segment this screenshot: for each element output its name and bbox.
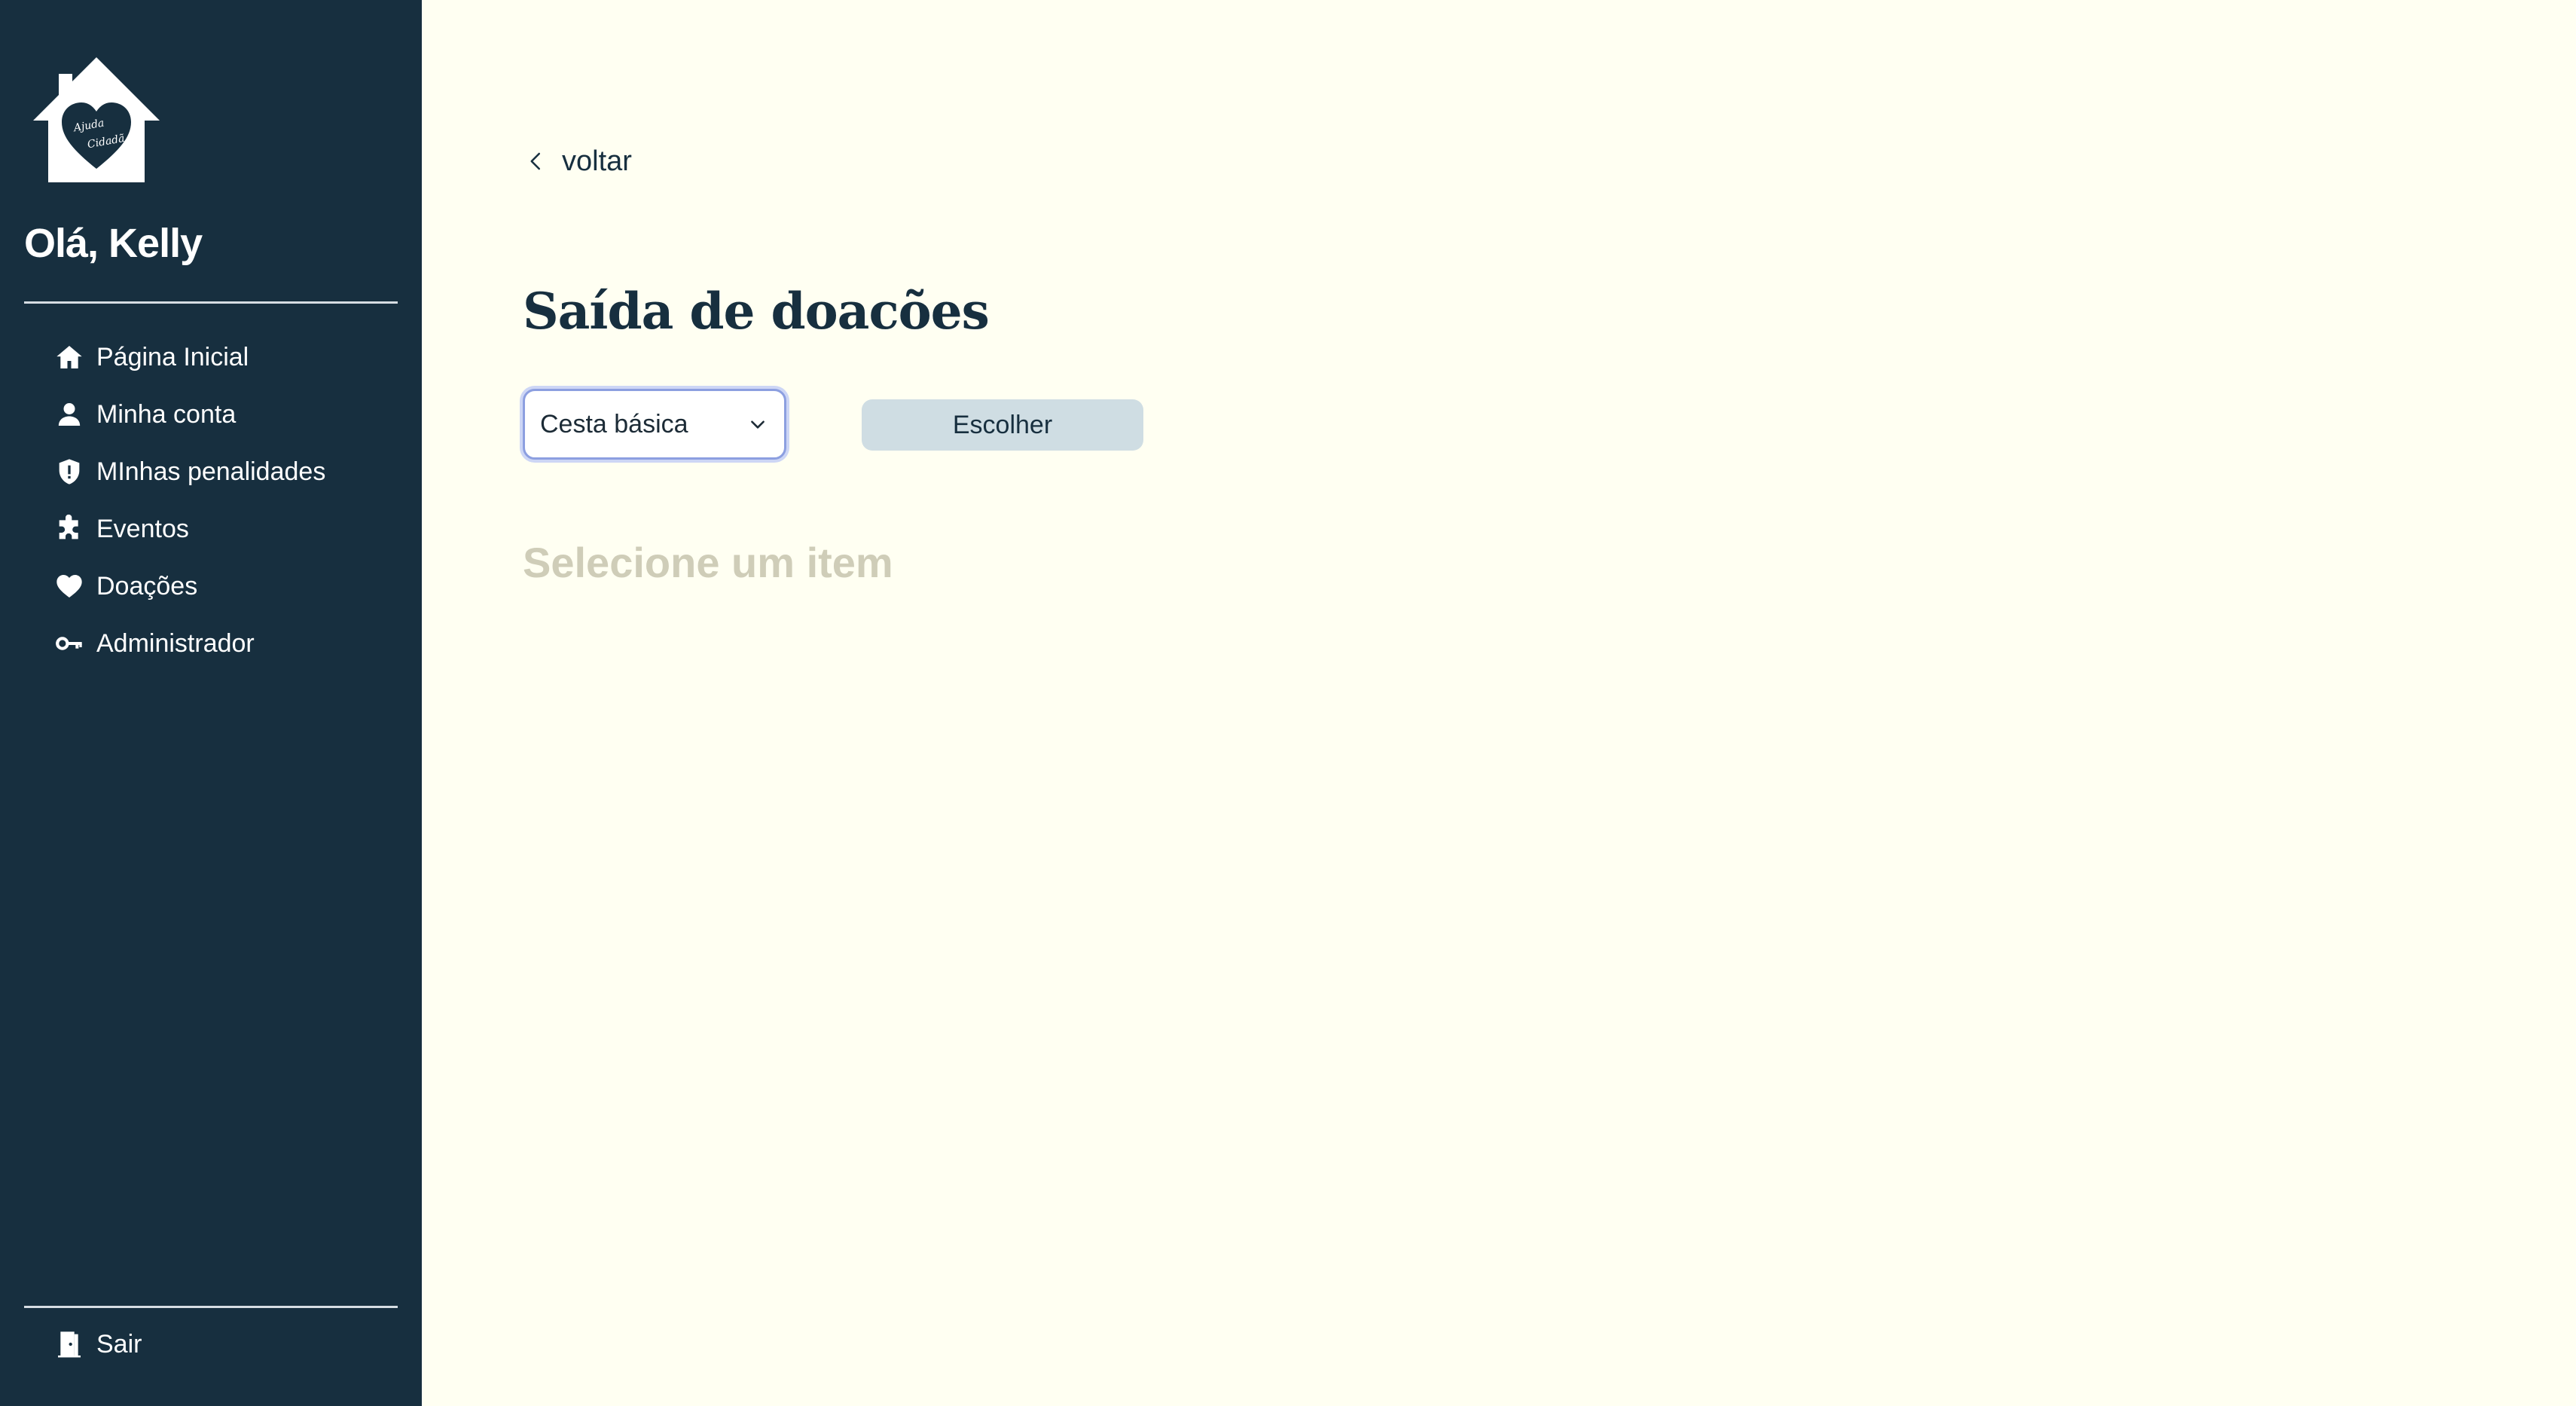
empty-state-message: Selecione um item bbox=[523, 539, 893, 586]
sidebar-item-label: Doações bbox=[96, 571, 198, 601]
sidebar-item-label: Página Inicial bbox=[96, 342, 249, 371]
shield-alert-icon bbox=[53, 455, 86, 488]
greeting: Olá, Kelly bbox=[24, 221, 203, 266]
chevron-left-icon bbox=[521, 146, 551, 176]
sidebar-divider-bottom bbox=[24, 1306, 398, 1308]
puzzle-icon bbox=[53, 512, 86, 546]
item-type-select[interactable]: Cesta básica bbox=[523, 389, 786, 460]
sidebar-item-events[interactable]: Eventos bbox=[0, 500, 422, 558]
logout-label: Sair bbox=[96, 1329, 142, 1359]
sidebar-item-admin[interactable]: Administrador bbox=[0, 615, 422, 672]
door-exit-icon bbox=[53, 1328, 86, 1361]
choose-button[interactable]: Escolher bbox=[862, 399, 1143, 451]
app-logo[interactable]: Ajuda Cidadã bbox=[32, 56, 161, 184]
item-type-select-value: Cesta básica bbox=[540, 409, 688, 439]
back-link[interactable]: voltar bbox=[521, 140, 632, 182]
house-heart-logo-icon: Ajuda Cidadã bbox=[33, 57, 160, 182]
sidebar-item-home[interactable]: Página Inicial bbox=[0, 329, 422, 386]
heart-icon bbox=[53, 570, 86, 603]
sidebar: Ajuda Cidadã Olá, Kelly Página Inicial M… bbox=[0, 0, 422, 1406]
logout-button[interactable]: Sair bbox=[0, 1316, 422, 1373]
home-icon bbox=[53, 341, 86, 374]
sidebar-item-label: Administrador bbox=[96, 628, 255, 658]
sidebar-nav: Página Inicial Minha conta MInhas penali… bbox=[0, 329, 422, 672]
back-link-label: voltar bbox=[562, 145, 632, 177]
chevron-down-icon bbox=[746, 413, 769, 436]
sidebar-item-label: Eventos bbox=[96, 514, 189, 543]
page-title: Saída de doacões bbox=[523, 282, 990, 341]
sidebar-divider-top bbox=[24, 301, 398, 304]
sidebar-item-label: Minha conta bbox=[96, 399, 237, 429]
sidebar-item-label: MInhas penalidades bbox=[96, 457, 326, 486]
sidebar-item-penalties[interactable]: MInhas penalidades bbox=[0, 443, 422, 500]
sidebar-item-account[interactable]: Minha conta bbox=[0, 386, 422, 443]
key-icon bbox=[53, 627, 86, 660]
user-icon bbox=[53, 398, 86, 431]
sidebar-item-donations[interactable]: Doações bbox=[0, 558, 422, 615]
